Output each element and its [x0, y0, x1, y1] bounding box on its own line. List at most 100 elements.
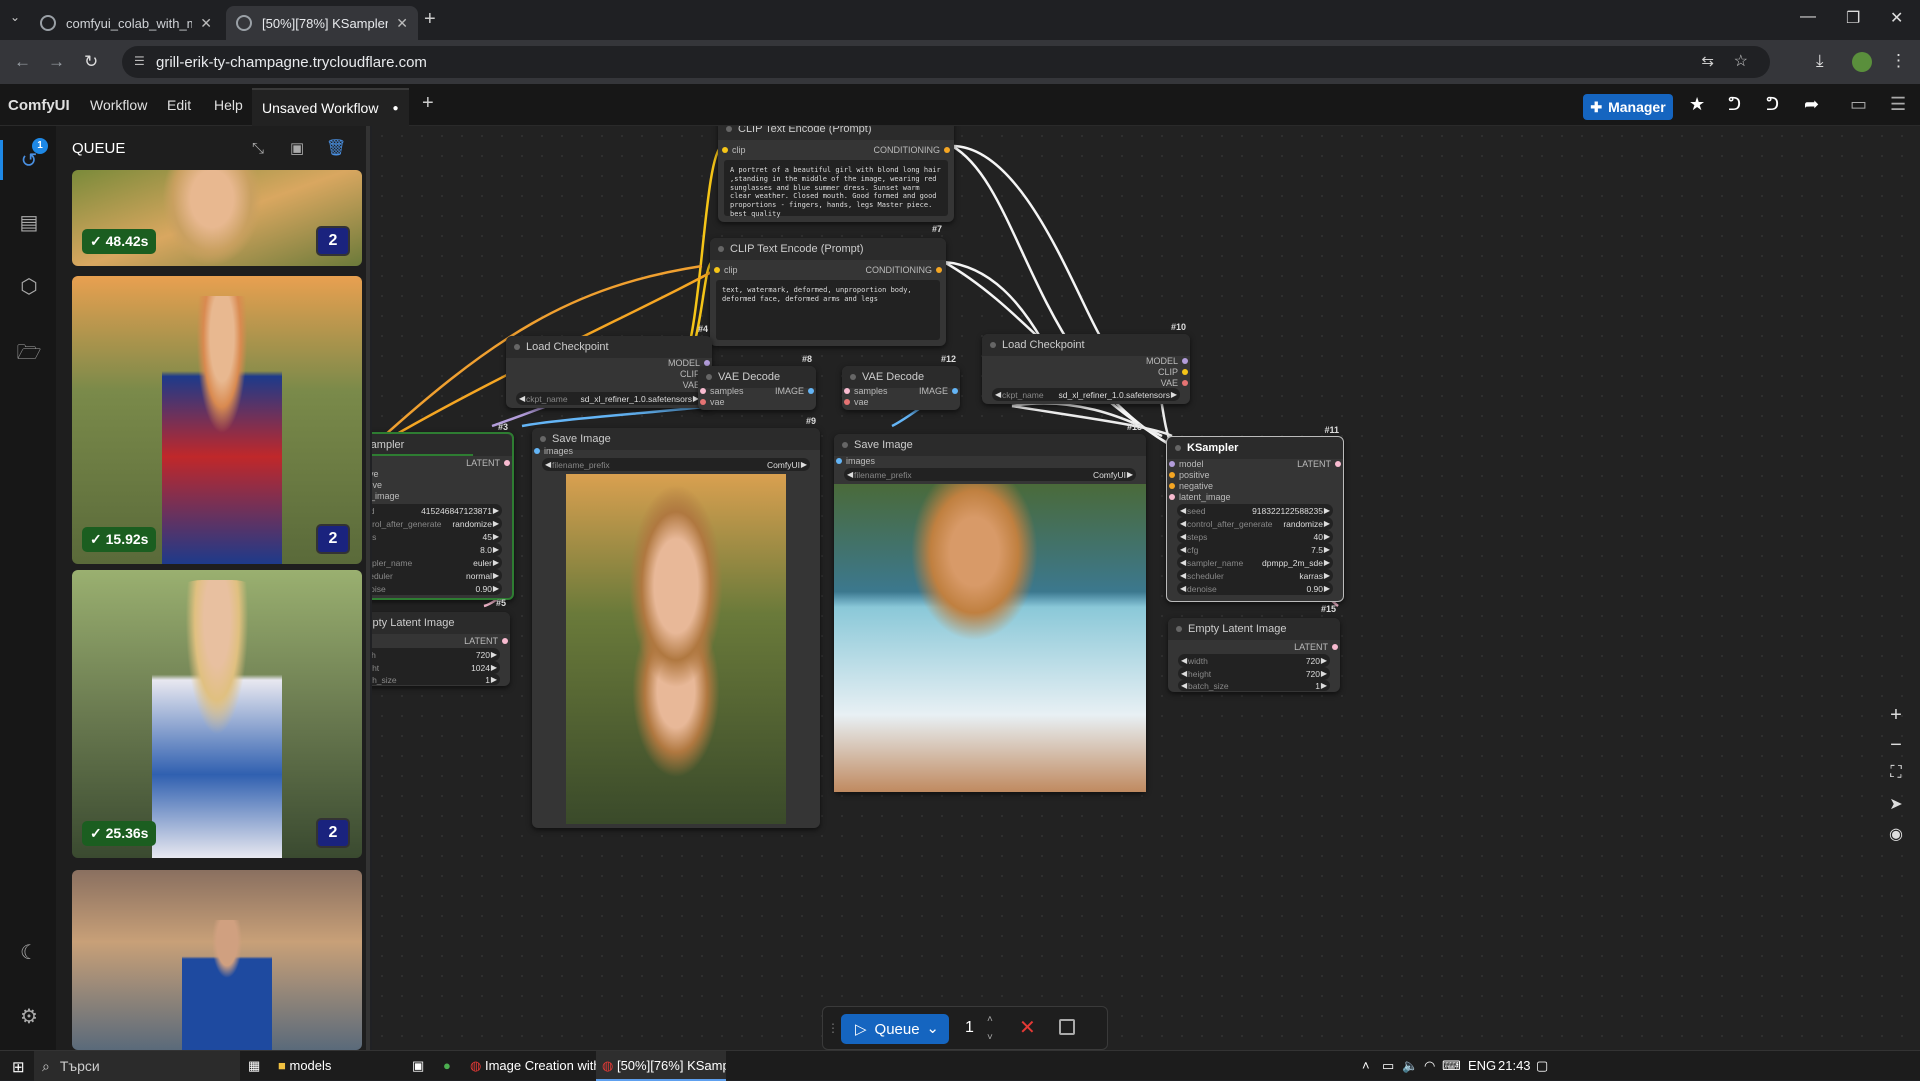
widget-seed[interactable]: seed 415246847123871: [372, 504, 502, 517]
widget-scheduler[interactable]: scheduler karras: [1177, 569, 1333, 582]
taskbar-app-models[interactable]: ■ models: [278, 1058, 331, 1073]
slot-model[interactable]: MODEL: [1146, 356, 1189, 366]
node-vae-decode[interactable]: #8 VAE Decode samples vae IMAGE: [698, 354, 816, 410]
notification-icon[interactable]: ▢: [1536, 1058, 1548, 1074]
widget-batch-size[interactable]: batch_size 1: [1178, 680, 1330, 691]
keyboard-icon[interactable]: ⌨: [1442, 1058, 1461, 1074]
node-save-image[interactable]: #13 Save Image images filename_prefix Com…: [834, 422, 1146, 792]
slot-negative[interactable]: negative: [1168, 481, 1213, 491]
widget-steps[interactable]: steps 40: [1177, 530, 1333, 543]
minimize-icon[interactable]: —: [1800, 8, 1816, 26]
add-workflow-icon[interactable]: +: [422, 92, 434, 115]
chevron-down-icon[interactable]: ⌄: [926, 1019, 939, 1037]
url-input[interactable]: ☰ grill-erik-ty-champagne.trycloudflare.…: [122, 46, 1770, 78]
batch-count-input[interactable]: 1: [965, 1019, 974, 1037]
panel-toggle-icon[interactable]: ▭: [1850, 94, 1867, 115]
bookmark-star-icon[interactable]: ☆: [1734, 51, 1748, 71]
widget-width[interactable]: width 720: [372, 648, 500, 661]
slot-conditioning[interactable]: CONDITIONING: [874, 145, 950, 155]
slot-latent[interactable]: LATENT: [1294, 642, 1338, 652]
windows-start-icon[interactable]: ⊞: [12, 1058, 25, 1076]
slot-positive[interactable]: positive: [372, 469, 379, 479]
tray-chevron-icon[interactable]: ˄: [1362, 1058, 1370, 1073]
eye-icon[interactable]: ◉: [1882, 824, 1910, 852]
language-indicator[interactable]: ENG: [1468, 1058, 1496, 1073]
slot-images[interactable]: images: [533, 446, 573, 456]
queue-count-badge[interactable]: 2: [316, 818, 350, 848]
taskbar-app-chrome-1[interactable]: ◍ Image Creation with ...: [470, 1058, 615, 1074]
slot-samples[interactable]: samples: [700, 386, 744, 396]
node-ksampler[interactable]: #3 KSampler model positive negative late…: [372, 422, 514, 600]
drag-handle-icon[interactable]: ⋮: [827, 1021, 839, 1035]
wifi-icon[interactable]: ◠: [1424, 1058, 1435, 1074]
cancel-icon[interactable]: ✕: [1019, 1015, 1036, 1040]
cube-icon[interactable]: ⬡: [16, 274, 42, 300]
manager-button[interactable]: ✚ Manager: [1583, 94, 1673, 120]
widget-sampler[interactable]: sampler_name dpmpp_2m_sde: [1177, 556, 1333, 569]
widget-control[interactable]: control_after_generate randomize: [372, 517, 502, 530]
reload-icon[interactable]: ↻: [84, 52, 98, 72]
widget-batch-size[interactable]: batch_size 1: [372, 674, 500, 685]
browser-tab-ksampler[interactable]: [50%][78%] KSampler ✕: [226, 6, 418, 40]
widget-control[interactable]: control_after_generate randomize: [1177, 517, 1333, 530]
slot-latent[interactable]: LATENT: [466, 458, 510, 468]
slot-clip[interactable]: CLIP: [1158, 367, 1189, 377]
slot-conditioning[interactable]: CONDITIONING: [866, 265, 942, 275]
node-clip-text-encode-negative[interactable]: #7 CLIP Text Encode (Prompt) clip CONDIT…: [710, 224, 946, 346]
slot-model[interactable]: model: [372, 458, 373, 468]
workflow-tab[interactable]: Unsaved Workflow ●: [252, 88, 409, 126]
slot-clip[interactable]: clip: [722, 145, 746, 155]
widget-sampler[interactable]: sampler_name euler: [372, 556, 502, 569]
widget-height[interactable]: height 720: [1178, 667, 1330, 680]
slot-vae[interactable]: VAE: [1161, 378, 1189, 388]
forward-icon[interactable]: →: [48, 52, 65, 72]
graph-canvas[interactable]: #6 CLIP Text Encode (Prompt) clip CONDIT…: [372, 126, 1920, 1050]
slot-latent[interactable]: LATENT: [464, 636, 508, 646]
site-info-icon[interactable]: ☰: [134, 54, 145, 68]
window-close-icon[interactable]: ✕: [1890, 8, 1903, 28]
app-icon-green[interactable]: ●: [443, 1058, 451, 1073]
star-icon[interactable]: ★: [1689, 94, 1705, 115]
node-b-icon[interactable]: ᕤ: [1766, 94, 1779, 115]
slot-image[interactable]: IMAGE: [919, 386, 959, 396]
queue-count-badge[interactable]: 2: [316, 226, 350, 256]
node-load-checkpoint[interactable]: #4 Load Checkpoint MODEL CLIP VAE ckpt_n…: [506, 324, 712, 408]
back-icon[interactable]: ←: [14, 52, 31, 72]
image-icon[interactable]: ▣: [290, 139, 304, 157]
download-icon[interactable]: ⤓: [1816, 51, 1824, 71]
zoom-out-icon[interactable]: −: [1882, 734, 1910, 762]
stop-icon[interactable]: [1059, 1019, 1075, 1035]
queue-item[interactable]: [72, 870, 362, 1050]
moon-icon[interactable]: ☾: [16, 940, 42, 966]
volume-icon[interactable]: 🔈: [1402, 1058, 1418, 1074]
network-icon[interactable]: ▭: [1382, 1058, 1394, 1074]
slot-latent-image[interactable]: latent_image: [1169, 492, 1231, 502]
task-view-icon[interactable]: ▦: [248, 1058, 260, 1074]
translate-icon[interactable]: ⇆: [1701, 52, 1714, 70]
more-menu-icon[interactable]: ⋮: [1890, 51, 1907, 71]
zoom-in-icon[interactable]: +: [1882, 704, 1910, 732]
node-ksampler[interactable]: #11 KSampler model positive negative lat…: [1166, 425, 1344, 602]
widget-denoise[interactable]: denoise 0.90: [1177, 582, 1333, 595]
menu-workflow[interactable]: Workflow: [90, 97, 147, 113]
slot-vae[interactable]: vae: [700, 397, 725, 407]
slot-samples[interactable]: samples: [844, 386, 888, 396]
widget-filename-prefix[interactable]: filename_prefix ComfyUI: [542, 458, 810, 471]
queue-button[interactable]: ▷ Queue ⌄: [841, 1014, 949, 1044]
queue-item[interactable]: ✓ 15.92s 2: [72, 276, 362, 564]
widget-filename-prefix[interactable]: filename_prefix ComfyUI: [844, 468, 1136, 481]
slot-image[interactable]: IMAGE: [775, 386, 815, 396]
list-icon[interactable]: ▤: [16, 210, 42, 236]
slot-negative[interactable]: negative: [372, 480, 382, 490]
queue-count-badge[interactable]: 2: [316, 524, 350, 554]
ckpt-name-widget[interactable]: ckpt_name sd_xl_refiner_1.0.safetensors: [516, 392, 702, 405]
widget-seed[interactable]: seed 918322122588235: [1177, 504, 1333, 517]
close-icon[interactable]: ✕: [200, 15, 212, 32]
output-image-beach[interactable]: [834, 484, 1146, 792]
taskbar-search[interactable]: ⌕ Търси: [34, 1051, 240, 1081]
node-load-checkpoint[interactable]: #10 Load Checkpoint MODEL CLIP VAE ckpt_…: [982, 322, 1190, 404]
restore-icon[interactable]: ❐: [1846, 8, 1860, 28]
trash-icon[interactable]: 🗑: [326, 138, 346, 158]
app-icon[interactable]: ▣: [412, 1058, 424, 1074]
slot-images[interactable]: images: [835, 456, 875, 466]
